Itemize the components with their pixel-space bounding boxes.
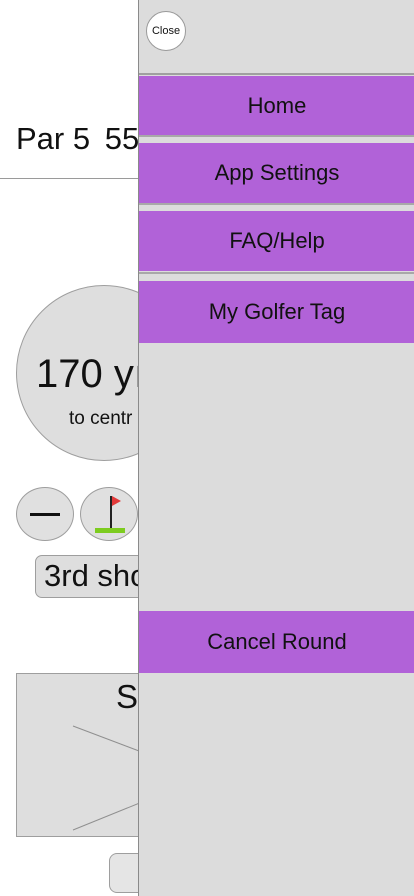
- decrease-button[interactable]: [16, 487, 74, 541]
- menu-separator: [139, 203, 414, 205]
- menu-separator: [139, 272, 414, 274]
- stats-title: S: [116, 678, 139, 715]
- hole-yardage: 55: [104, 121, 140, 156]
- par-label: Par 5: [16, 121, 91, 156]
- distance-value: 170 yı: [36, 352, 145, 396]
- drawer-divider: [139, 73, 414, 75]
- menu-item-settings[interactable]: App Settings: [139, 143, 414, 203]
- pin-button[interactable]: [80, 487, 138, 541]
- menu-separator: [139, 135, 414, 137]
- hole-info: Par 5 55: [16, 121, 145, 157]
- distance-subtitle: to centr: [69, 408, 133, 429]
- menu-item-home[interactable]: Home: [139, 76, 414, 136]
- menu-item-faq[interactable]: FAQ/Help: [139, 211, 414, 271]
- side-drawer: Close Home App Settings FAQ/Help My Golf…: [138, 0, 414, 896]
- cancel-round-button[interactable]: Cancel Round: [139, 611, 414, 673]
- minus-icon: [30, 513, 60, 516]
- close-button[interactable]: Close: [146, 11, 186, 51]
- menu-item-golfer-tag[interactable]: My Golfer Tag: [139, 281, 414, 343]
